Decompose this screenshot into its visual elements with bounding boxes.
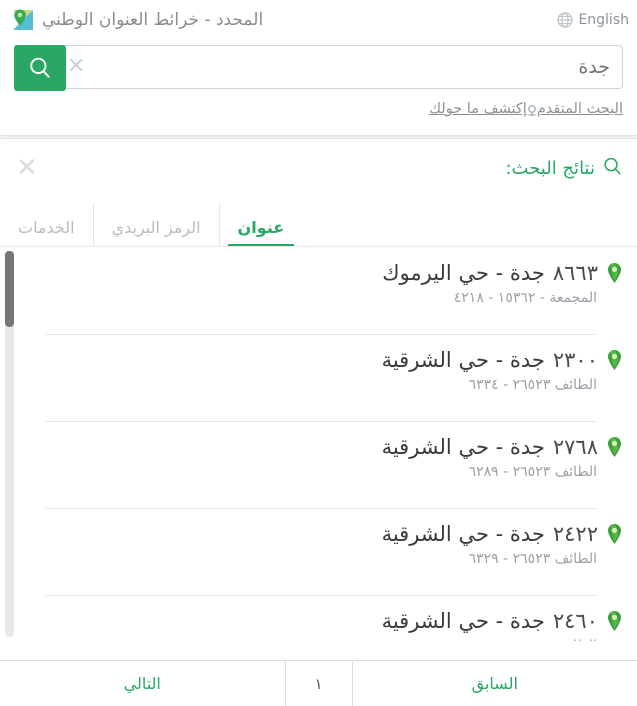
- tab-address-label: عنوان: [237, 218, 285, 237]
- list-item-subtitle: الطائف ٢٦٥٢٣ - ٦٣٣٤: [468, 377, 597, 393]
- list-item-number: ٢٤٢٢: [552, 522, 598, 546]
- close-panel-icon[interactable]: ✕: [16, 155, 38, 181]
- results-list: ٨٦٦٣ جدة - حي اليرموك المجمعة - ١٥٣٦٢ - …: [0, 247, 637, 641]
- map-pin-icon: [606, 436, 623, 458]
- results-tabs: عنوان الرمز البريدي الخدمات: [0, 197, 637, 247]
- list-item[interactable]: ٢٧٦٨ جدة - حي الشرقية الطائف ٢٦٥٢٣ - ٦٢٨…: [0, 421, 637, 508]
- search-input[interactable]: جدة ✕: [14, 45, 623, 91]
- header-bar: English المحدد - خرائط العنوان الوطني: [0, 0, 637, 40]
- pagination-next-button[interactable]: التالي: [0, 661, 285, 706]
- list-item-number: ٢٣٠٠: [552, 348, 598, 372]
- list-item[interactable]: ٢٤٢٢ جدة - حي الشرقية الطائف ٢٦٥٢٣ - ٦٣٢…: [0, 508, 637, 595]
- tab-services-label: الخدمات: [18, 218, 75, 237]
- results-list-area: ٨٦٦٣ جدة - حي اليرموك المجمعة - ١٥٣٦٢ - …: [0, 247, 637, 641]
- pagination-next-label: التالي: [123, 674, 161, 693]
- page-title: المحدد - خرائط العنوان الوطني: [42, 10, 264, 30]
- results-magnifier-icon: [602, 156, 623, 181]
- pagination-previous-button[interactable]: السابق: [353, 661, 637, 706]
- map-pin-logo-icon: [10, 7, 36, 33]
- pagination-bar: السابق ١ التالي: [0, 660, 637, 706]
- search-button[interactable]: [14, 45, 66, 91]
- search-input-value: جدة: [578, 56, 610, 78]
- results-scrollbar-thumb[interactable]: [5, 251, 14, 327]
- link-advanced-search[interactable]: البحث المتقدم: [537, 101, 623, 117]
- around-me-icon: [525, 102, 539, 116]
- tab-address[interactable]: عنوان: [218, 203, 303, 247]
- quick-links: البحث المتقدم إكتشف ما حولك: [0, 94, 637, 124]
- search-bar: جدة ✕: [0, 40, 637, 94]
- list-item-subtitle: الطائف ٢٦٥٢٣ - ٦٣٢٦: [40, 638, 623, 641]
- list-item[interactable]: ٢٤٦٠ جدة - حي الشرقية الطائف ٢٦٥٢٣ - ٦٣٢…: [0, 595, 637, 641]
- list-item-subtitle: الطائف ٢٦٥٢٣ - ٦٢٨٩: [468, 464, 597, 480]
- pagination-previous-label: السابق: [471, 674, 518, 693]
- language-label: English: [578, 12, 629, 28]
- list-item[interactable]: ٢٣٠٠ جدة - حي الشرقية الطائف ٢٦٥٢٣ - ٦٣٣…: [0, 334, 637, 421]
- brand[interactable]: المحدد - خرائط العنوان الوطني: [10, 7, 263, 33]
- results-title-group: نتائج البحث:: [505, 156, 623, 181]
- list-item-name: جدة - حي الشرقية: [381, 522, 545, 546]
- results-panel: نتائج البحث: ✕ عنوان الرمز البريدي الخدم…: [0, 138, 637, 706]
- app-root: English المحدد - خرائط العنوان الوطني جد…: [0, 0, 637, 706]
- globe-icon: [557, 12, 574, 28]
- tab-services[interactable]: الخدمات: [0, 203, 93, 247]
- results-title: نتائج البحث:: [505, 157, 595, 179]
- map-pin-icon: [606, 262, 623, 284]
- map-pin-icon: [606, 523, 623, 545]
- results-scrollbar[interactable]: [5, 251, 14, 637]
- language-switcher[interactable]: English: [557, 12, 629, 28]
- list-item-number: ٨٦٦٣: [552, 261, 598, 285]
- list-item-name: جدة - حي الشرقية: [381, 609, 545, 633]
- pagination-current-page[interactable]: ١: [284, 661, 353, 706]
- list-item-subtitle: الطائف ٢٦٥٢٣ - ٦٣٢٩: [468, 551, 597, 567]
- top-panel: English المحدد - خرائط العنوان الوطني جد…: [0, 0, 637, 136]
- pagination-current-label: ١: [314, 674, 323, 693]
- map-pin-icon: [606, 349, 623, 371]
- list-item-name: جدة - حي الشرقية: [381, 435, 545, 459]
- map-pin-icon: [606, 610, 623, 632]
- magnifier-icon: [30, 57, 50, 78]
- clear-search-icon[interactable]: ✕: [67, 56, 85, 78]
- results-header: نتائج البحث: ✕: [0, 139, 637, 197]
- link-discover-around[interactable]: إكتشف ما حولك: [429, 101, 527, 117]
- list-item-number: ٢٤٦٠: [552, 609, 598, 633]
- tab-postal-code-label: الرمز البريدي: [111, 218, 201, 237]
- list-item-name: جدة - حي الشرقية: [381, 348, 545, 372]
- tab-postal-code[interactable]: الرمز البريدي: [92, 203, 219, 247]
- list-item[interactable]: ٨٦٦٣ جدة - حي اليرموك المجمعة - ١٥٣٦٢ - …: [0, 247, 637, 334]
- list-item-subtitle: المجمعة - ١٥٣٦٢ - ٤٢١٨: [453, 290, 597, 306]
- list-item-name: جدة - حي اليرموك: [382, 261, 545, 285]
- list-item-number: ٢٧٦٨: [552, 435, 598, 459]
